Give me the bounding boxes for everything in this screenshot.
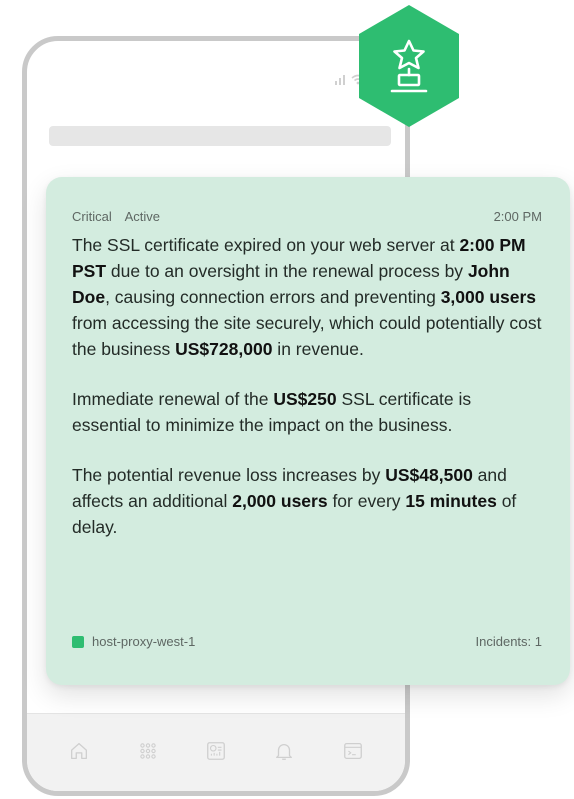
highlight-text: 2,000 users xyxy=(232,491,328,511)
body-text: , causing connection errors and preventi… xyxy=(105,287,441,307)
incident-meta: Critical Active 2:00 PM xyxy=(72,209,542,224)
highlight-text: 15 minutes xyxy=(405,491,497,511)
highlight-text: US$48,500 xyxy=(385,465,473,485)
body-text: in revenue. xyxy=(272,339,364,359)
apps-grid-icon xyxy=(139,742,156,759)
incident-time: 2:00 PM xyxy=(493,209,542,224)
body-text: for every xyxy=(327,491,406,511)
severity-label: Critical xyxy=(72,209,112,224)
body-text: The SSL certificate expired on your web … xyxy=(72,235,460,255)
highlight-text: US$250 xyxy=(273,389,337,409)
terminal-icon xyxy=(343,742,362,759)
tab-notifications[interactable] xyxy=(272,739,296,763)
host-tag[interactable]: host-proxy-west-1 xyxy=(72,634,195,649)
home-icon xyxy=(71,742,88,759)
body-text: The potential revenue loss increases by xyxy=(72,465,386,485)
host-color-swatch xyxy=(72,635,84,648)
incident-footer: host-proxy-west-1 Incidents: 1 xyxy=(72,634,542,649)
body-text: due to an oversight in the renewal proce… xyxy=(106,261,468,281)
incident-paragraph-1: The SSL certificate expired on your web … xyxy=(72,232,542,362)
incident-paragraph-2: Immediate renewal of the US$250 SSL cert… xyxy=(72,386,542,438)
body-text: Immediate renewal of the xyxy=(72,389,274,409)
incident-card[interactable]: Critical Active 2:00 PM The SSL certific… xyxy=(46,177,570,685)
tab-home[interactable] xyxy=(67,739,91,763)
tab-dashboard[interactable] xyxy=(204,739,228,763)
trophy-badge xyxy=(359,5,459,127)
tab-apps[interactable] xyxy=(136,739,160,763)
dashboard-icon xyxy=(207,741,225,760)
incident-count: Incidents: 1 xyxy=(475,634,543,649)
highlight-text: 3,000 users xyxy=(440,287,537,307)
search-placeholder-bar xyxy=(49,126,391,146)
incident-paragraph-3: The potential revenue loss increases by … xyxy=(72,462,542,540)
status-label: Active xyxy=(124,209,161,224)
incident-description: The SSL certificate expired on your web … xyxy=(72,232,542,540)
tab-terminal[interactable] xyxy=(341,739,365,763)
host-name: host-proxy-west-1 xyxy=(92,634,196,649)
signal-icon xyxy=(335,75,345,85)
highlight-text: US$728,000 xyxy=(175,339,273,359)
bell-icon xyxy=(276,743,293,760)
bottom-tab-bar xyxy=(27,713,405,791)
